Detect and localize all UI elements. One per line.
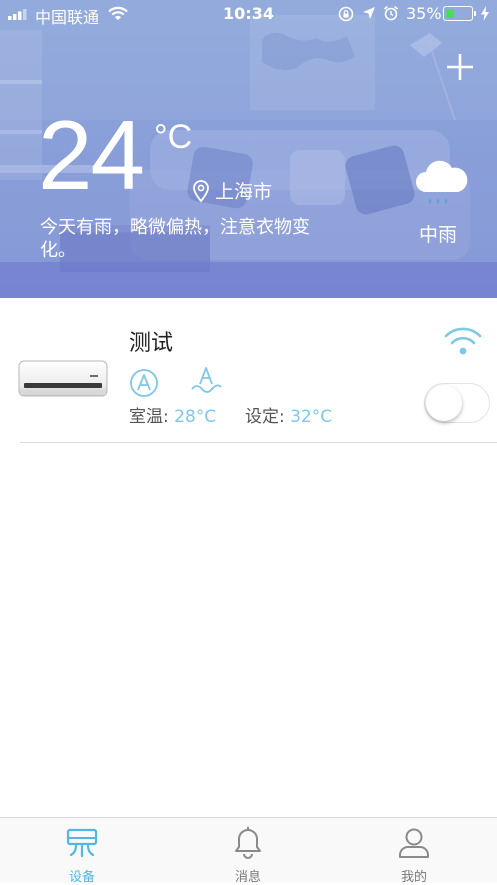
weather-tip: 今天有雨，略微偏热，注意衣物变化。	[40, 217, 310, 261]
battery-tip	[474, 11, 476, 16]
city-location[interactable]: 上海市	[193, 177, 272, 204]
room-temp-label: 室温:	[129, 407, 169, 427]
current-temperature: 24	[38, 100, 145, 210]
device-card[interactable]: 测试 室温: 28°C 设定: 32°C	[0, 298, 497, 443]
weather-condition: 中雨	[418, 224, 457, 246]
auto-mode-icon	[130, 369, 158, 397]
device-name: 测试	[129, 331, 174, 356]
battery-percent: 35%	[406, 4, 442, 23]
weather-header: 中国联通 10:34 35% 24 °C 上海市 今天有雨，略微偏热，注意衣物变…	[0, 0, 497, 298]
add-icon[interactable]	[443, 50, 477, 84]
tab-bar: 设备 消息 我的	[0, 817, 497, 885]
wave-mode-icon	[191, 367, 222, 393]
battery-icon	[443, 6, 473, 21]
power-toggle[interactable]	[424, 383, 490, 423]
set-temp-label: 设定:	[244, 407, 285, 427]
bell-icon	[235, 826, 261, 859]
temperature-readout: 室温: 28°C 设定: 32°C	[129, 402, 332, 427]
tab-messages-label: 消息	[234, 870, 261, 885]
location-pin-icon	[193, 179, 209, 202]
rotation-lock-icon	[338, 6, 354, 22]
tab-messages[interactable]: 消息	[188, 818, 308, 885]
set-temp-value: 32°C	[290, 407, 333, 427]
alarm-icon	[383, 5, 399, 21]
wifi-icon	[444, 327, 482, 355]
city-name: 上海市	[215, 181, 273, 203]
list-divider	[20, 442, 497, 443]
tab-profile-label: 我的	[400, 870, 427, 885]
device-icon	[66, 828, 98, 858]
air-conditioner-image	[18, 360, 108, 397]
room-temp-value: 28°C	[174, 407, 217, 427]
charging-bolt-icon	[481, 6, 489, 21]
temperature-unit: °C	[154, 118, 193, 156]
user-icon	[399, 828, 429, 858]
tab-device[interactable]: 设备	[22, 818, 142, 885]
rain-cloud-icon	[416, 160, 468, 204]
tab-profile[interactable]: 我的	[354, 818, 474, 885]
toggle-knob	[426, 385, 462, 421]
tab-device-label: 设备	[68, 870, 95, 885]
location-arrow-icon	[363, 7, 375, 19]
status-bar: 中国联通 10:34 35%	[0, 0, 497, 28]
